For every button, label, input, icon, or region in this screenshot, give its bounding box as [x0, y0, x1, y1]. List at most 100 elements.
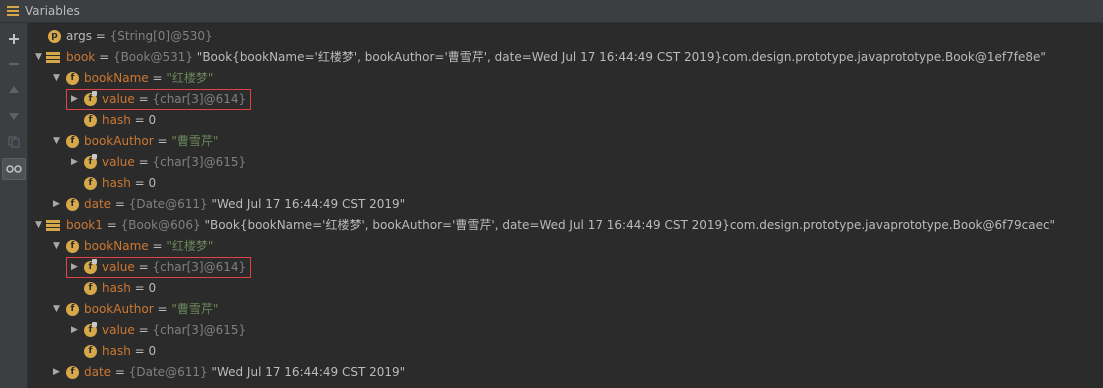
variable-value: 0: [148, 344, 157, 358]
field-icon: f: [66, 198, 79, 211]
variable-name: args: [66, 29, 92, 43]
object-icon: [46, 52, 60, 63]
equals-sign: =: [95, 50, 113, 64]
field-icon: f: [84, 282, 97, 295]
variable-value: "红楼梦": [166, 239, 214, 253]
tree-node[interactable]: ▶ f value = {char[3]@614}: [28, 89, 1103, 110]
type-ref: {Date@611}: [128, 197, 208, 211]
variable-value: "Book{bookName='红楼梦', bookAuthor='曹雪芹', …: [192, 50, 1046, 64]
variables-tree: p args = {String[0]@530} ▼ book = {Book@531…: [28, 23, 1103, 388]
show-watches-toggle[interactable]: [2, 158, 26, 180]
expand-arrow-right-icon[interactable]: ▶: [71, 320, 78, 341]
expand-arrow-down-icon[interactable]: ▼: [53, 131, 60, 152]
type-ref: {Book@606}: [120, 218, 201, 232]
equals-sign: =: [111, 365, 129, 379]
variable-name: book: [66, 50, 96, 64]
parameter-icon: p: [48, 30, 61, 43]
node-text: hash = 0: [102, 173, 156, 194]
debugger-toolbar: [0, 23, 28, 388]
tree-node[interactable]: f hash = 0: [28, 110, 1103, 131]
tree-node[interactable]: ▼ f bookName = "红楼梦": [28, 236, 1103, 257]
expand-arrow-right-icon[interactable]: ▶: [53, 194, 60, 215]
type-ref: {Book@531}: [112, 50, 193, 64]
tree-node[interactable]: f hash = 0: [28, 173, 1103, 194]
plus-icon: [9, 34, 19, 44]
tree-node[interactable]: ▶ f value = {char[3]@615}: [28, 152, 1103, 173]
equals-sign: =: [130, 281, 149, 295]
node-text: bookAuthor = "曹雪芹": [84, 299, 218, 320]
tree-node[interactable]: ▼ book = {Book@531} "Book{bookName='红楼梦',…: [28, 47, 1103, 68]
equals-sign: =: [91, 29, 110, 43]
variable-name: hash: [102, 113, 131, 127]
equals-sign: =: [153, 134, 172, 148]
tree-node[interactable]: f hash = 0: [28, 341, 1103, 362]
field-icon: f: [66, 366, 79, 379]
field-icon: f: [84, 345, 97, 358]
tree-node[interactable]: ▼ book1 = {Book@606} "Book{bookName='红楼梦'…: [28, 215, 1103, 236]
expand-arrow-right-icon[interactable]: ▶: [71, 152, 78, 173]
tree-node[interactable]: ▶ f date = {Date@611} "Wed Jul 17 16:44:49…: [28, 194, 1103, 215]
node-text: bookName = "红楼梦": [84, 236, 213, 257]
variable-value: "Book{bookName='红楼梦', bookAuthor='曹雪芹', …: [200, 218, 1056, 232]
expand-arrow-down-icon[interactable]: ▼: [35, 215, 42, 236]
final-lock-icon: [92, 154, 97, 159]
type-ref: {char[3]@615}: [152, 155, 247, 169]
equals-sign: =: [130, 113, 149, 127]
minus-icon: [9, 63, 19, 65]
expand-arrow-down-icon[interactable]: ▼: [35, 47, 42, 68]
field-icon: f: [66, 303, 79, 316]
tree-node[interactable]: ▼ f bookName = "红楼梦": [28, 68, 1103, 89]
variables-icon: [7, 6, 19, 16]
variable-value: "红楼梦": [166, 71, 214, 85]
field-icon: f: [84, 114, 97, 127]
field-icon: f: [66, 72, 79, 85]
node-text: hash = 0: [102, 110, 156, 131]
equals-sign: =: [111, 197, 129, 211]
node-text: date = {Date@611} "Wed Jul 17 16:44:49 C…: [84, 194, 405, 215]
move-up-button[interactable]: [3, 80, 25, 100]
node-text: hash = 0: [102, 341, 156, 362]
equals-sign: =: [148, 239, 167, 253]
tree-node[interactable]: p args = {String[0]@530}: [28, 26, 1103, 47]
variables-panel-header: Variables: [0, 0, 1103, 23]
tree-node[interactable]: ▼ f bookAuthor = "曹雪芹": [28, 131, 1103, 152]
node-text: bookAuthor = "曹雪芹": [84, 131, 218, 152]
expand-arrow-down-icon[interactable]: ▼: [53, 68, 60, 89]
equals-sign: =: [130, 176, 149, 190]
expand-arrow-down-icon[interactable]: ▼: [53, 236, 60, 257]
variable-value: "曹雪芹": [171, 134, 219, 148]
tree-node[interactable]: f hash = 0: [28, 278, 1103, 299]
object-icon: [46, 220, 60, 231]
node-text: hash = 0: [102, 278, 156, 299]
add-watch-button[interactable]: [3, 29, 25, 49]
type-ref: {char[3]@615}: [152, 323, 247, 337]
expand-arrow-right-icon[interactable]: ▶: [53, 362, 60, 383]
copy-button[interactable]: [3, 132, 25, 152]
tree-node[interactable]: ▶ f date = {Date@611} "Wed Jul 17 16:44:49…: [28, 362, 1103, 383]
watch-icon: [6, 165, 22, 173]
variable-name: date: [84, 365, 112, 379]
tree-node[interactable]: ▶ f value = {char[3]@615}: [28, 320, 1103, 341]
node-text: date = {Date@611} "Wed Jul 17 16:44:49 C…: [84, 362, 405, 383]
copy-icon: [8, 136, 20, 148]
field-icon: f: [84, 177, 97, 190]
equals-sign: =: [134, 155, 153, 169]
node-text: book1 = {Book@606} "Book{bookName='红楼梦',…: [66, 215, 1055, 236]
node-text: book = {Book@531} "Book{bookName='红楼梦', …: [66, 47, 1046, 68]
equals-sign: =: [134, 323, 153, 337]
variable-name: bookAuthor: [84, 134, 154, 148]
equals-sign: =: [102, 218, 121, 232]
tree-node[interactable]: ▼ f bookAuthor = "曹雪芹": [28, 299, 1103, 320]
variable-value: "Wed Jul 17 16:44:49 CST 2019": [207, 365, 406, 379]
move-down-button[interactable]: [3, 106, 25, 126]
remove-watch-button[interactable]: [3, 54, 25, 74]
node-text: bookName = "红楼梦": [84, 68, 213, 89]
tree-node[interactable]: ▶ f value = {char[3]@614}: [28, 257, 1103, 278]
expand-arrow-down-icon[interactable]: ▼: [53, 299, 60, 320]
variable-name: hash: [102, 344, 131, 358]
variable-value: 0: [148, 113, 157, 127]
field-icon: f: [66, 135, 79, 148]
variable-value: "Wed Jul 17 16:44:49 CST 2019": [207, 197, 406, 211]
field-icon: f: [66, 240, 79, 253]
variable-name: book1: [66, 218, 103, 232]
